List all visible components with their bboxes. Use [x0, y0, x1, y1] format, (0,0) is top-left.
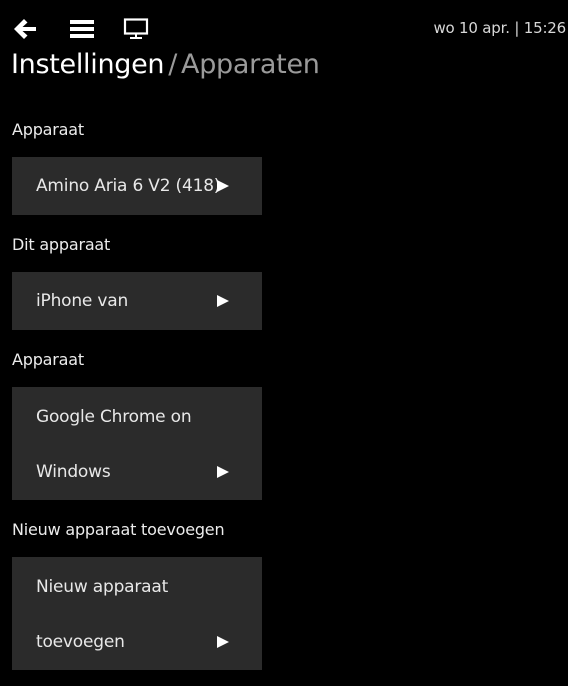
play-arrow-icon	[217, 295, 229, 307]
breadcrumb-separator: /	[168, 49, 178, 80]
section-label-device-2: Apparaat	[12, 350, 84, 369]
section-label-add-device: Nieuw apparaat toevoegen	[12, 520, 225, 539]
tile-label-line-1: Nieuw apparaat	[36, 577, 169, 597]
device-tile-chrome[interactable]: Google Chrome on Windows	[12, 387, 262, 500]
device-tile-iphone[interactable]: iPhone van	[12, 272, 262, 330]
tile-label: Amino Aria 6 V2 (418)	[36, 176, 221, 196]
play-arrow-icon	[217, 466, 229, 478]
monitor-icon[interactable]	[123, 17, 149, 41]
top-bar: wo 10 apr. | 15:26	[0, 0, 568, 50]
menu-icon[interactable]	[69, 17, 95, 41]
page-title: Instellingen / Apparaten	[11, 49, 320, 80]
section-label-this-device: Dit apparaat	[12, 235, 111, 254]
breadcrumb-devices: Apparaten	[181, 49, 320, 80]
clock: wo 10 apr. | 15:26	[433, 19, 566, 37]
tile-label: iPhone van	[36, 291, 129, 311]
play-arrow-icon	[217, 180, 229, 192]
device-tile-amino[interactable]: Amino Aria 6 V2 (418)	[12, 157, 262, 215]
tile-label-line-1: Google Chrome on	[36, 407, 192, 427]
play-arrow-icon	[217, 636, 229, 648]
back-arrow-icon[interactable]	[12, 17, 38, 41]
section-label-device: Apparaat	[12, 120, 84, 139]
tile-label-line-2: Windows	[36, 462, 111, 482]
breadcrumb-settings[interactable]: Instellingen	[11, 49, 165, 80]
tile-label-line-2: toevoegen	[36, 632, 125, 652]
add-device-tile[interactable]: Nieuw apparaat toevoegen	[12, 557, 262, 670]
